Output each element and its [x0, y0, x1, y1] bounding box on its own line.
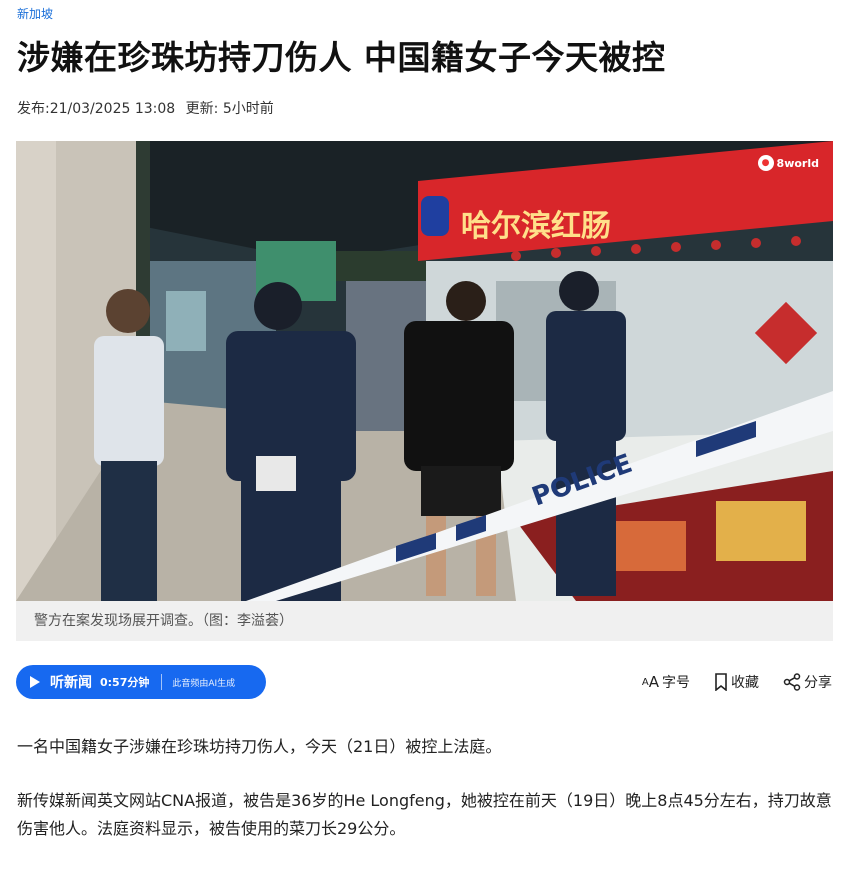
share-icon: [783, 673, 801, 691]
bookmark-icon: [714, 673, 728, 691]
category-link[interactable]: 新加坡: [17, 5, 53, 22]
article-meta: 发布:21/03/2025 13:08 更新: 5小时前: [17, 98, 274, 118]
listen-label: 听新闻: [50, 675, 92, 691]
8world-logo-icon: ●: [757, 155, 774, 171]
officer-right: [546, 271, 626, 596]
published-time: 发布:21/03/2025 13:08: [17, 101, 176, 117]
photo-caption: 警方在案发现场展开调查。（图：李溢荟）: [16, 601, 833, 641]
article-title: 涉嫌在珍珠坊持刀伤人 中国籍女子今天被控: [17, 38, 666, 77]
listen-separator: [161, 674, 163, 690]
photo-scene: 哈尔滨红肠 POLICE: [16, 141, 833, 601]
body-paragraph: 一名中国籍女子涉嫌在珍珠坊持刀伤人，今天（21日）被控上法庭。: [17, 737, 502, 756]
watermark-8world: ● 8world: [757, 155, 819, 171]
ai-generated-note: 此音频由AI生成: [172, 678, 236, 689]
listen-duration: 0:57分钟: [100, 676, 150, 689]
font-size-icon: AA: [641, 673, 659, 691]
updated-time: 更新: 5小时前: [185, 101, 274, 117]
article-tools: AA 字号 收藏 分享: [618, 672, 832, 692]
font-size-button[interactable]: AA 字号: [642, 672, 690, 692]
body-paragraph: 新传媒新闻英文网站CNA报道，被告是36岁的He Longfeng，她被控在前天…: [17, 791, 832, 838]
bookmark-button[interactable]: 收藏: [714, 672, 759, 692]
listen-news-button[interactable]: 听新闻 0:57分钟 此音频由AI生成: [16, 665, 266, 699]
shop-sign-text: 哈尔滨红肠: [461, 209, 611, 244]
share-button[interactable]: 分享: [783, 672, 832, 692]
article-body: 一名中国籍女子涉嫌在珍珠坊持刀伤人，今天（21日）被控上法庭。 新传媒新闻英文网…: [17, 733, 832, 869]
play-icon: [30, 676, 40, 688]
article-photo: 哈尔滨红肠 POLICE ● 8world: [16, 141, 833, 601]
